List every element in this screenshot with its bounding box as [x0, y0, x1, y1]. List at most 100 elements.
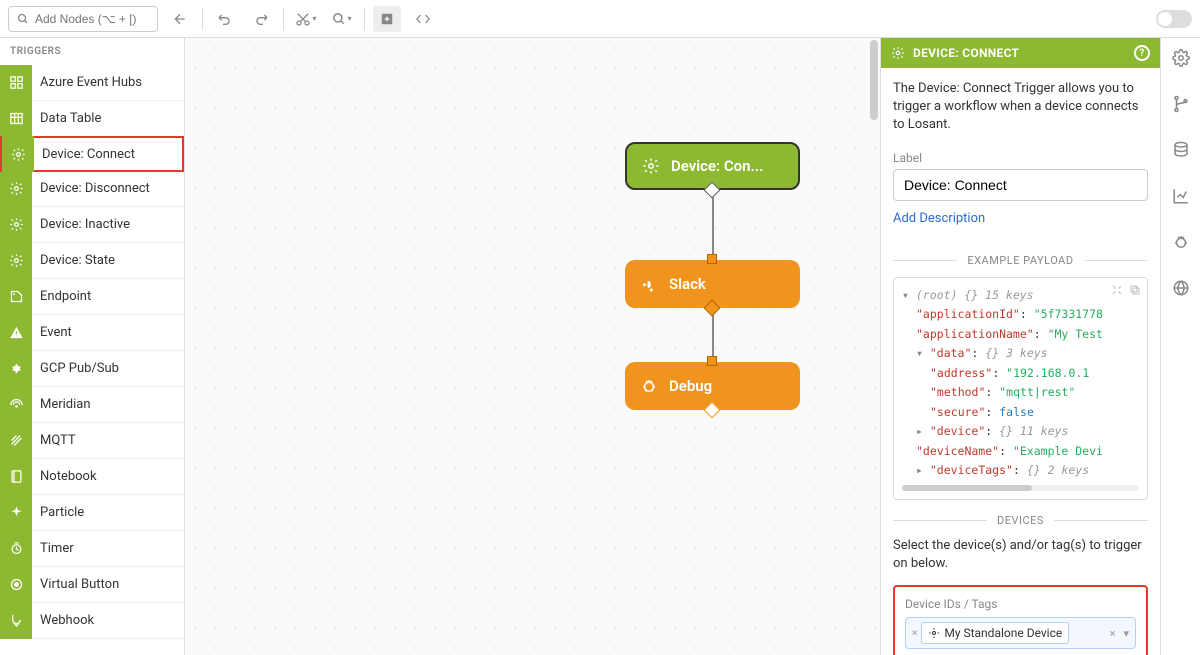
- circle-icon: [0, 567, 32, 603]
- palette-item-label: Data Table: [32, 111, 101, 126]
- palette-item-label: Endpoint: [32, 289, 91, 304]
- workflow-canvas[interactable]: Device: Con... Slack Debug: [185, 38, 880, 655]
- zoom-button[interactable]: ▾: [328, 6, 356, 32]
- palette-node-item[interactable]: Webhook: [0, 603, 184, 639]
- palette-item-label: Device: Inactive: [32, 217, 130, 232]
- devices-selector-box: Device IDs / Tags × My Standalone Device…: [893, 585, 1148, 655]
- device-chip[interactable]: My Standalone Device: [921, 622, 1069, 644]
- gear-icon: [0, 243, 32, 279]
- gear-icon: [0, 171, 32, 207]
- palette-node-item[interactable]: MQTT: [0, 423, 184, 459]
- palette-item-label: Timer: [32, 541, 74, 556]
- node-label: Slack: [669, 275, 706, 293]
- copy-icon[interactable]: [1129, 284, 1141, 296]
- git-branch-icon[interactable]: [1171, 94, 1191, 114]
- wifi-icon: [0, 387, 32, 423]
- palette-item-label: Device: Disconnect: [32, 181, 150, 196]
- palette-node-item[interactable]: Particle: [0, 495, 184, 531]
- canvas-scrollbar[interactable]: [870, 40, 878, 120]
- bug-icon[interactable]: [1171, 232, 1191, 252]
- code-button[interactable]: [409, 6, 437, 32]
- section-divider: EXAMPLE PAYLOAD: [893, 254, 1148, 267]
- table-icon: [0, 101, 32, 137]
- palette-node-item[interactable]: Timer: [0, 531, 184, 567]
- node-search-box[interactable]: [8, 6, 158, 32]
- palette-item-label: Webhook: [32, 613, 94, 628]
- gear-icon: [891, 46, 905, 60]
- book-icon: [0, 459, 32, 495]
- palette-item-label: Particle: [32, 505, 84, 520]
- palette-node-item[interactable]: Virtual Button: [0, 567, 184, 603]
- panel-description: The Device: Connect Trigger allows you t…: [893, 80, 1148, 135]
- palette-node-item[interactable]: Device: State: [0, 243, 184, 279]
- input-handle[interactable]: [707, 356, 717, 366]
- cloud-icon: [0, 351, 32, 387]
- device-tag-input[interactable]: × My Standalone Device × ▾: [905, 617, 1136, 649]
- globe-icon[interactable]: [1171, 278, 1191, 298]
- palette-item-label: Device: Connect: [34, 147, 135, 162]
- palette-node-item[interactable]: Endpoint: [0, 279, 184, 315]
- palette-node-item[interactable]: Notebook: [0, 459, 184, 495]
- stripes-icon: [0, 423, 32, 459]
- label-input[interactable]: [893, 169, 1148, 201]
- palette-node-item[interactable]: Device: Connect: [0, 136, 184, 172]
- hubs-icon: [0, 65, 32, 101]
- palette-node-item[interactable]: GCP Pub/Sub: [0, 351, 184, 387]
- separator: [202, 8, 203, 30]
- devices-description: Select the device(s) and/or tag(s) to tr…: [893, 537, 1148, 573]
- separator: [364, 8, 365, 30]
- palette-item-label: Azure Event Hubs: [32, 75, 142, 90]
- separator: [283, 8, 284, 30]
- section-divider: DEVICES: [893, 514, 1148, 527]
- back-button[interactable]: [166, 6, 194, 32]
- device-icon: [928, 627, 940, 639]
- chart-icon[interactable]: [1171, 186, 1191, 206]
- clear-icon[interactable]: ×: [1110, 627, 1116, 640]
- node-label: Debug: [669, 377, 712, 395]
- hook-icon: [0, 603, 32, 639]
- tag-icon: [0, 279, 32, 315]
- cut-button[interactable]: ▾: [292, 6, 320, 32]
- palette-section-header: TRIGGERS: [0, 38, 184, 65]
- redo-button[interactable]: [247, 6, 275, 32]
- add-block-button[interactable]: [373, 6, 401, 32]
- warn-icon: [0, 315, 32, 351]
- clock-icon: [0, 531, 32, 567]
- bug-icon: [639, 376, 659, 396]
- undo-button[interactable]: [211, 6, 239, 32]
- input-handle[interactable]: [707, 254, 717, 264]
- gear-icon: [641, 156, 661, 176]
- chevron-down-icon[interactable]: ▾: [1123, 627, 1129, 640]
- node-label: Device: Con...: [671, 157, 763, 175]
- slack-icon: [639, 274, 659, 294]
- right-icon-rail: [1160, 38, 1200, 655]
- search-icon: [17, 13, 29, 25]
- palette-node-item[interactable]: Device: Disconnect: [0, 171, 184, 207]
- palette-item-label: GCP Pub/Sub: [32, 361, 119, 376]
- example-payload-viewer[interactable]: ▾ (root) {} 15 keys "applicationId": "5f…: [893, 277, 1148, 500]
- database-icon[interactable]: [1171, 140, 1191, 160]
- palette-item-label: Event: [32, 325, 72, 340]
- enable-toggle[interactable]: [1156, 10, 1192, 28]
- add-description-link[interactable]: Add Description: [893, 211, 985, 226]
- palette-node-item[interactable]: Device: Inactive: [0, 207, 184, 243]
- palette-item-label: Device: State: [32, 253, 115, 268]
- payload-scrollbar[interactable]: [902, 485, 1139, 491]
- palette-item-label: Virtual Button: [32, 577, 119, 592]
- spark-icon: [0, 495, 32, 531]
- expand-icon[interactable]: [1111, 284, 1123, 296]
- palette-node-item[interactable]: Meridian: [0, 387, 184, 423]
- help-icon[interactable]: ?: [1134, 45, 1150, 61]
- palette-node-item[interactable]: Event: [0, 315, 184, 351]
- properties-panel: DEVICE: CONNECT ? The Device: Connect Tr…: [880, 38, 1160, 655]
- gear-icon: [0, 207, 32, 243]
- top-toolbar: ▾ ▾: [0, 0, 1200, 38]
- search-input[interactable]: [35, 12, 149, 26]
- settings-icon[interactable]: [1171, 48, 1191, 68]
- palette-node-item[interactable]: Data Table: [0, 101, 184, 137]
- palette-node-item[interactable]: Azure Event Hubs: [0, 65, 184, 101]
- panel-header: DEVICE: CONNECT ?: [881, 38, 1160, 68]
- palette-item-label: Meridian: [32, 397, 91, 412]
- device-ids-label: Device IDs / Tags: [905, 597, 1136, 611]
- node-palette: TRIGGERS Azure Event Hubs Data Table Devic…: [0, 38, 185, 655]
